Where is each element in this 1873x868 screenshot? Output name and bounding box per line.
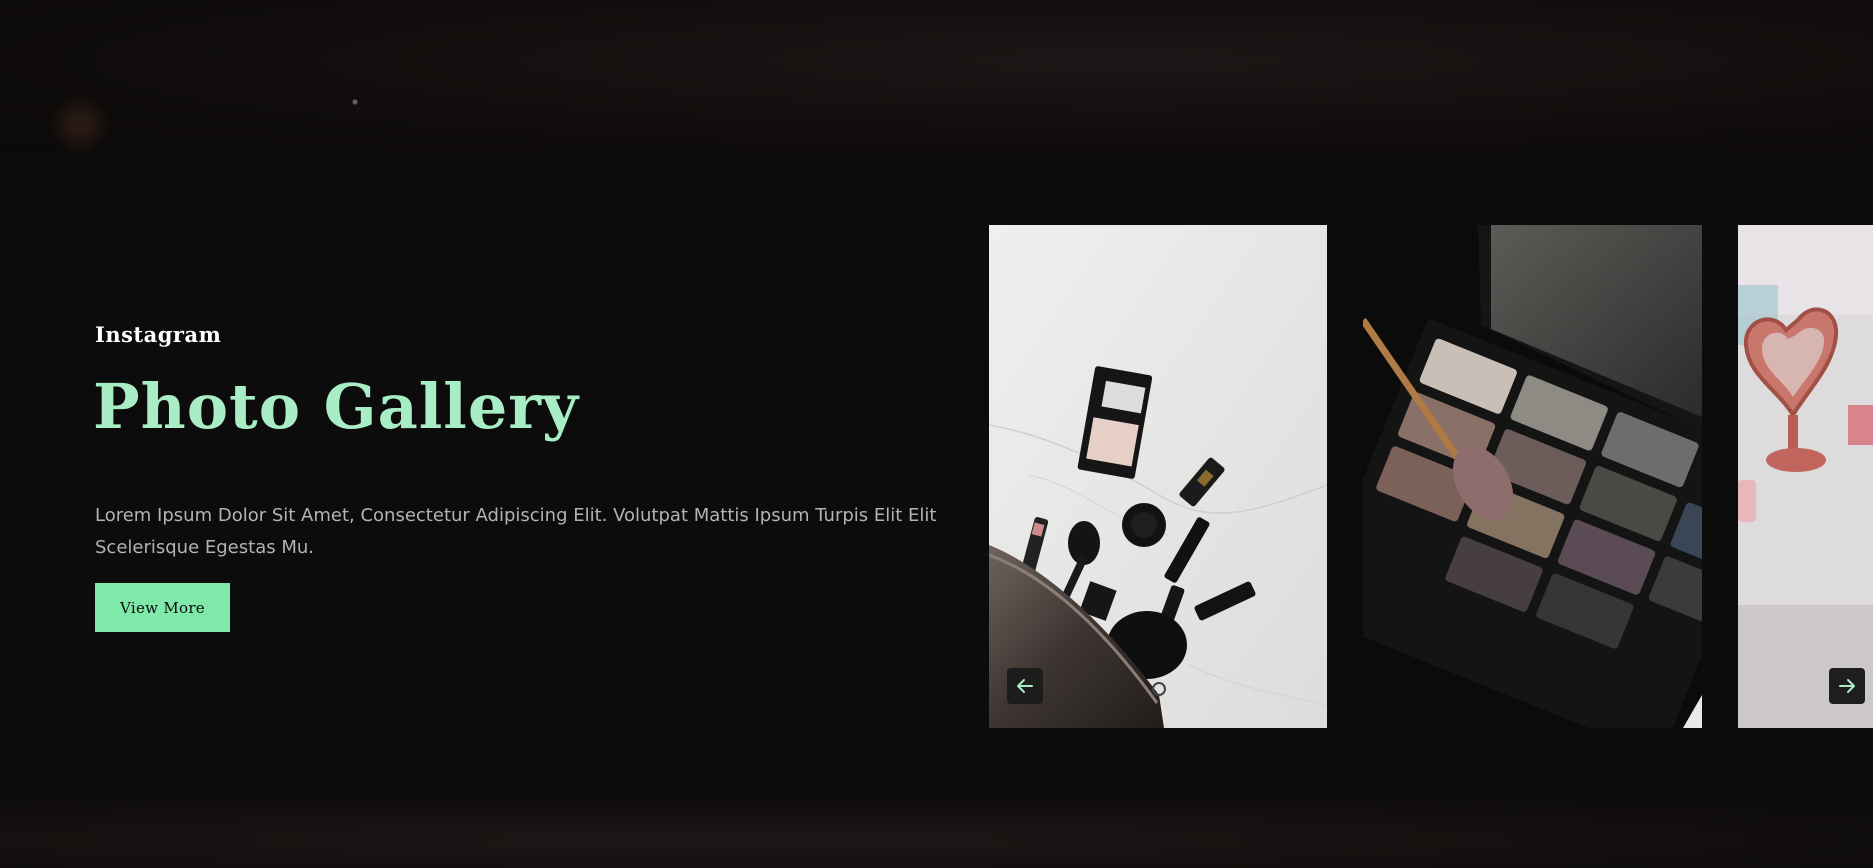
bottom-background-band bbox=[0, 800, 1873, 868]
carousel-next-button[interactable] bbox=[1829, 668, 1865, 704]
top-background-band bbox=[0, 0, 1873, 152]
page-title: Photo Gallery bbox=[93, 370, 579, 443]
section-eyebrow: Instagram bbox=[95, 322, 222, 347]
arrow-left-icon bbox=[1017, 679, 1033, 693]
section-description: Lorem Ipsum Dolor Sit Amet, Consectetur … bbox=[95, 505, 937, 558]
gallery-photo-mirror[interactable] bbox=[1738, 225, 1873, 728]
carousel-prev-button[interactable] bbox=[1007, 668, 1043, 704]
eyeshadow-image bbox=[1363, 225, 1702, 728]
mirror-image bbox=[1738, 225, 1873, 728]
gallery-photo-makeup[interactable] bbox=[989, 225, 1327, 728]
view-more-button[interactable]: View More bbox=[95, 583, 230, 632]
makeup-image bbox=[989, 225, 1327, 728]
gallery-photo-eyeshadow[interactable] bbox=[1363, 225, 1702, 728]
arrow-right-icon bbox=[1839, 679, 1855, 693]
